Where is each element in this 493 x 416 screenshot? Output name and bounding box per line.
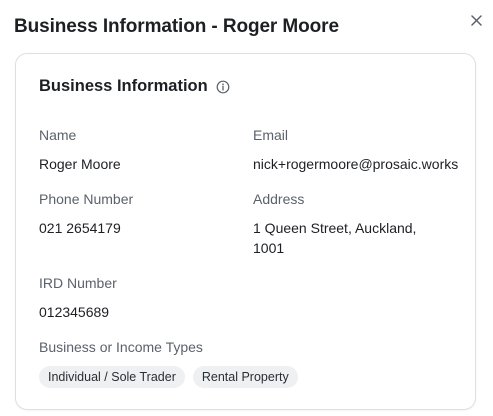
phone-label: Phone Number	[39, 191, 134, 207]
name-label: Name	[39, 127, 77, 143]
business-info-card: Business Information Name Roger Moore Em…	[15, 53, 476, 410]
ird-field: IRD Number 012345689	[39, 274, 117, 322]
info-circle-icon[interactable]	[216, 80, 230, 94]
close-icon	[470, 14, 482, 26]
name-value: Roger Moore	[39, 156, 121, 172]
phone-value: 021 2654179	[39, 220, 121, 236]
business-types-chips: Individual / Sole Trader Rental Property	[39, 366, 298, 388]
email-label: Email	[253, 127, 289, 143]
ird-label: IRD Number	[39, 275, 117, 291]
phone-field: Phone Number 021 2654179	[39, 190, 133, 238]
name-field: Name Roger Moore	[39, 126, 121, 174]
dialog-title: Business Information - Roger Moore	[14, 16, 339, 37]
business-types-label: Business or Income Types	[39, 339, 203, 355]
address-label: Address	[253, 191, 305, 207]
email-field: Email nick+rogermoore@prosaic.works	[253, 126, 458, 174]
address-value: 1 Queen Street, Auckland, 1001	[253, 218, 416, 258]
business-types-field: Business or Income Types Individual / So…	[39, 338, 298, 388]
business-type-chip: Rental Property	[192, 366, 298, 388]
address-line-1: 1 Queen Street, Auckland,	[253, 220, 417, 236]
ird-value: 012345689	[39, 304, 110, 320]
card-title: Business Information	[39, 77, 208, 95]
email-value: nick+rogermoore@prosaic.works	[253, 156, 459, 172]
business-info-dialog: Business Information - Roger Moore Busin…	[0, 0, 493, 416]
close-button[interactable]	[466, 10, 486, 30]
business-type-chip: Individual / Sole Trader	[39, 366, 185, 388]
address-field: Address 1 Queen Street, Auckland, 1001	[253, 190, 416, 258]
card-header: Business Information	[39, 77, 230, 96]
address-line-2: 1001	[253, 240, 285, 256]
